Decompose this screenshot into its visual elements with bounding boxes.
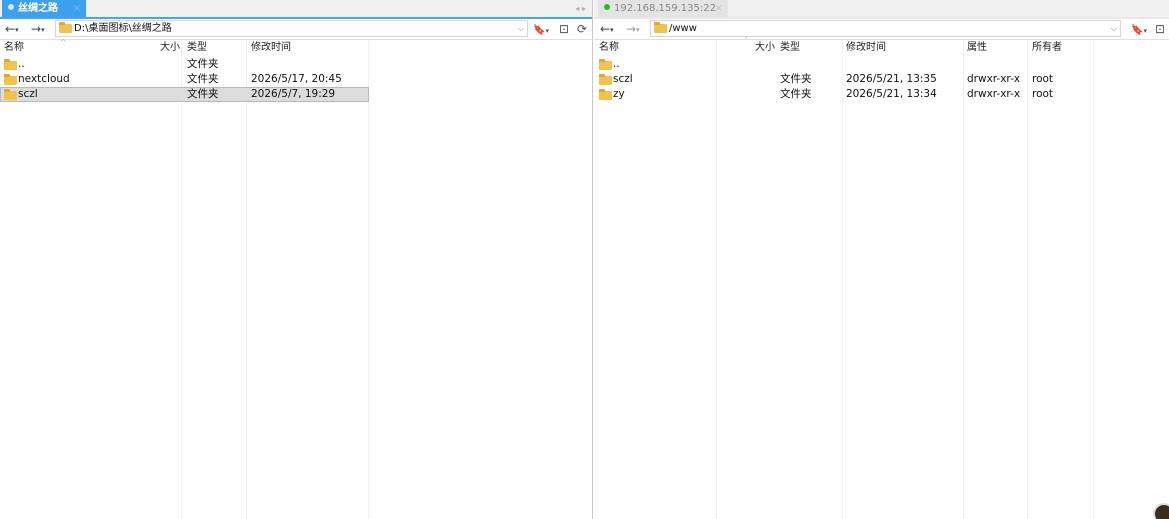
back-button[interactable]: ←▾	[5, 20, 19, 38]
bookmark-button[interactable]: 🔖▾	[1131, 20, 1147, 38]
row-name: ..	[18, 58, 25, 70]
local-address-bar[interactable]: D:\桌面图标\丝绸之路 ⌵	[55, 20, 528, 37]
sort-down-icon: ˇ	[744, 36, 748, 45]
row-name: nextcloud	[18, 73, 70, 85]
back-arrow-icon: ←	[5, 22, 16, 36]
back-caret-icon: ▾	[15, 26, 19, 34]
row-modified: 2026/5/17, 20:45	[251, 73, 342, 85]
tab-label: 192.168.159.135:22	[614, 3, 716, 14]
row-type: 文件夹	[187, 88, 219, 100]
col-separator	[246, 40, 247, 519]
folder-icon	[4, 89, 17, 100]
tab-remote-host[interactable]: 192.168.159.135:22 ×	[598, 0, 728, 17]
row-type: 文件夹	[780, 73, 812, 85]
tab-close-icon[interactable]: ×	[715, 0, 723, 17]
bookmark-icon: 🔖	[1131, 25, 1144, 36]
col-header-type[interactable]: 类型	[780, 40, 800, 56]
remote-tab-strip: 192.168.159.135:22 ×	[594, 0, 1169, 19]
row-type: 文件夹	[187, 58, 219, 70]
col-header-name[interactable]: 名称	[4, 40, 24, 56]
folder-icon	[4, 74, 17, 85]
local-pane: 丝绸之路 × ◂ ▸ ←▾ →▾ D:\桌面图标\丝绸之路 ⌵ 🔖▾ ⊡ ⟳ 名…	[0, 0, 593, 519]
forward-button[interactable]: →▾	[626, 20, 640, 38]
col-header-size[interactable]: 大小	[755, 40, 775, 56]
bookmark-caret-icon: ▾	[1143, 27, 1147, 35]
bookmark-caret-icon: ▾	[545, 27, 549, 35]
folder-icon	[599, 59, 612, 70]
local-tab-strip: 丝绸之路 × ◂ ▸	[0, 0, 592, 19]
col-separator	[1093, 40, 1094, 519]
row-modified: 2026/5/21, 13:34	[846, 88, 937, 100]
folder-icon	[599, 89, 612, 100]
row-modified: 2026/5/7, 19:29	[251, 88, 336, 100]
tab-local-folder[interactable]: 丝绸之路 ×	[2, 0, 86, 17]
folder-icon	[59, 22, 72, 33]
col-separator	[842, 40, 843, 519]
table-row[interactable]: .. 文件夹	[0, 57, 369, 72]
folder-icon	[599, 74, 612, 85]
local-file-list: 名称 ^ 大小 类型 修改时间 .. 文件夹 nextcloud 文件夹 202…	[0, 38, 592, 519]
row-name: sczl	[18, 88, 38, 100]
refresh-icon[interactable]: ⟳	[577, 20, 587, 38]
folder-icon	[4, 59, 17, 70]
forward-button[interactable]: →▾	[31, 20, 45, 38]
forward-caret-icon: ▾	[636, 26, 640, 34]
row-modified: 2026/5/21, 13:35	[846, 73, 937, 85]
col-header-type[interactable]: 类型	[187, 40, 207, 56]
local-nav-bar: ←▾ →▾ D:\桌面图标\丝绸之路 ⌵ 🔖▾ ⊡ ⟳	[0, 19, 592, 40]
row-attributes: drwxr-xr-x	[967, 88, 1021, 100]
address-dropdown-icon[interactable]: ⌵	[518, 21, 524, 36]
back-arrow-icon: ←	[600, 22, 611, 36]
table-row[interactable]: zy 文件夹 2026/5/21, 13:34 drwxr-xr-x root	[594, 87, 1093, 102]
row-name: sczl	[613, 73, 633, 85]
table-row-selected[interactable]: sczl 文件夹 2026/5/7, 19:29	[0, 87, 369, 102]
row-owner: root	[1032, 88, 1054, 100]
row-attributes: drwxr-xr-x	[967, 73, 1021, 85]
local-path-text: D:\桌面图标\丝绸之路	[74, 23, 172, 34]
row-owner: root	[1032, 73, 1054, 85]
remote-file-list: 名称 ˇ 大小 类型 修改时间 属性 所有者 .. sczl 文件夹 2026/…	[594, 36, 1169, 519]
new-folder-icon[interactable]: ⊡	[559, 20, 569, 38]
tab-scroll-arrows[interactable]: ◂ ▸	[575, 0, 586, 17]
tab-label: 丝绸之路	[18, 3, 58, 14]
bookmark-button[interactable]: 🔖▾	[533, 20, 549, 38]
row-name: ..	[613, 58, 620, 70]
forward-arrow-icon: →	[626, 22, 637, 36]
avatar[interactable]	[1153, 503, 1169, 519]
col-separator	[368, 40, 369, 519]
remote-address-bar[interactable]: /www ⌵	[650, 20, 1121, 37]
col-header-name[interactable]: 名称	[599, 40, 619, 56]
col-header-attributes[interactable]: 属性	[967, 40, 987, 56]
table-row[interactable]: nextcloud 文件夹 2026/5/17, 20:45	[0, 72, 369, 87]
forward-arrow-icon: →	[31, 22, 42, 36]
back-button[interactable]: ←▾	[600, 20, 614, 38]
col-header-modified[interactable]: 修改时间	[251, 40, 291, 56]
connected-status-icon	[604, 4, 610, 10]
col-header-owner[interactable]: 所有者	[1032, 40, 1062, 56]
back-caret-icon: ▾	[610, 26, 614, 34]
col-header-modified[interactable]: 修改时间	[846, 40, 886, 56]
sort-up-icon: ^	[60, 38, 67, 47]
col-separator	[716, 40, 717, 519]
table-row[interactable]: ..	[594, 57, 1093, 72]
folder-icon	[654, 22, 667, 33]
row-type: 文件夹	[780, 88, 812, 100]
address-dropdown-icon[interactable]: ⌵	[1111, 21, 1117, 36]
forward-caret-icon: ▾	[41, 26, 45, 34]
remote-pane: 192.168.159.135:22 × ←▾ →▾ /www ⌵ 🔖▾ ⊡ 名…	[594, 0, 1169, 519]
row-type: 文件夹	[187, 73, 219, 85]
tab-close-icon[interactable]: ×	[73, 0, 81, 17]
col-header-size[interactable]: 大小	[160, 40, 180, 56]
new-folder-icon[interactable]: ⊡	[1155, 20, 1165, 38]
col-separator	[1027, 40, 1028, 519]
tab-status-dot	[8, 4, 14, 10]
remote-nav-bar: ←▾ →▾ /www ⌵ 🔖▾ ⊡	[594, 19, 1169, 40]
col-separator	[963, 40, 964, 519]
remote-path-text: /www	[669, 23, 697, 34]
row-name: zy	[613, 88, 625, 100]
sftp-window: 丝绸之路 × ◂ ▸ ←▾ →▾ D:\桌面图标\丝绸之路 ⌵ 🔖▾ ⊡ ⟳ 名…	[0, 0, 1169, 519]
col-separator	[181, 40, 182, 519]
table-row[interactable]: sczl 文件夹 2026/5/21, 13:35 drwxr-xr-x roo…	[594, 72, 1093, 87]
bookmark-icon: 🔖	[533, 25, 546, 36]
